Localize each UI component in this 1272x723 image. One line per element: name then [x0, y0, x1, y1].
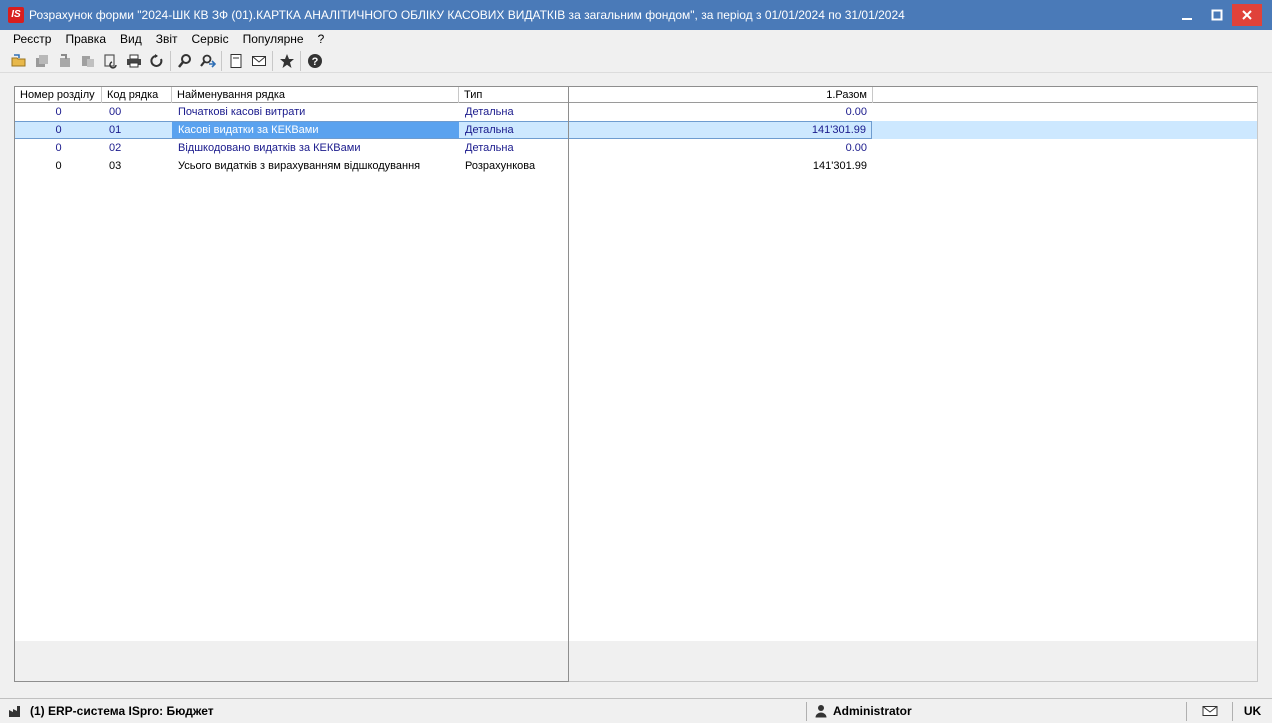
status-system: (1) ERP-система ISpro: Бюджет [0, 704, 806, 718]
column-header-type[interactable]: Тип [459, 87, 568, 103]
open-button[interactable] [7, 50, 30, 72]
menu-edit[interactable]: Правка [58, 32, 113, 46]
move-icon [59, 53, 70, 67]
minimize-icon [1182, 18, 1192, 20]
table-row[interactable]: 141'301.99 [569, 157, 1257, 175]
table-row[interactable]: 0.00 [569, 103, 1257, 121]
mail-button[interactable] [247, 50, 270, 72]
star-icon [279, 53, 294, 68]
move-button[interactable] [53, 50, 76, 72]
svg-text:?: ? [311, 56, 318, 68]
title-bar: IS Розрахунок форми "2024-ШК КВ ЗФ (01).… [0, 0, 1272, 30]
menu-registry[interactable]: Реєстр [6, 32, 58, 46]
search-button[interactable] [173, 50, 196, 72]
maximize-button[interactable] [1202, 0, 1232, 30]
column-header-row-code[interactable]: Код рядка [102, 87, 172, 103]
cell-type: Детальна [459, 121, 568, 139]
favorites-button[interactable] [275, 50, 298, 72]
find-next-button[interactable] [196, 50, 219, 72]
cell-row-name: Усього видатків з вирахуванням відшкодув… [178, 160, 421, 172]
grid-footer-area [15, 641, 568, 681]
grid-footer-area [569, 641, 1257, 681]
menu-service[interactable]: Сервіс [185, 32, 236, 46]
status-user-label: Administrator [833, 704, 912, 718]
open-folder-icon [11, 53, 25, 66]
table-row-selected[interactable]: 0 01 Касові видатки за КЕКВами Детальна [15, 121, 568, 139]
app-logo-icon: IS [8, 7, 24, 23]
reload-button[interactable] [145, 50, 168, 72]
mail-icon [251, 55, 266, 66]
table-row[interactable]: 0 03 Усього видатків з вирахуванням відш… [15, 157, 568, 175]
table-row[interactable]: 0 02 Відшкодовано видатків за КЕКВами Де… [15, 139, 568, 157]
print-icon [126, 54, 141, 67]
toolbar-separator [272, 50, 273, 71]
print-button[interactable] [122, 50, 145, 72]
cell-row-name: Початкові касові витрати [178, 106, 306, 118]
window-title: Розрахунок форми "2024-ШК КВ ЗФ (01).КАР… [29, 8, 905, 22]
close-icon [1242, 10, 1252, 20]
column-header-row-name[interactable]: Найменування рядка [172, 87, 459, 103]
column-header-total[interactable]: 1.Разом [569, 87, 873, 103]
status-system-label: (1) ERP-система ISpro: Бюджет [30, 704, 214, 718]
status-language[interactable]: UK [1232, 701, 1272, 721]
find-next-icon [199, 54, 216, 68]
cell-row-code: 02 [109, 142, 122, 154]
cell-row-code: 00 [109, 106, 122, 118]
minimize-button[interactable] [1172, 0, 1202, 30]
cell-section-number: 0 [15, 121, 102, 139]
reload-icon [149, 53, 162, 67]
factory-icon [9, 706, 20, 717]
document-icon [230, 53, 241, 68]
help-button[interactable]: ? [303, 50, 326, 72]
menu-report[interactable]: Звіт [149, 32, 185, 46]
cell-row-code: 03 [109, 160, 122, 172]
table-row-selected[interactable]: 141'301.99 [569, 121, 1257, 139]
column-header-section-number[interactable]: Номер розділу [15, 87, 102, 103]
copy-button[interactable] [30, 50, 53, 72]
menu-view[interactable]: Вид [113, 32, 149, 46]
status-bar: (1) ERP-система ISpro: Бюджет Administra… [0, 698, 1272, 723]
paste-button[interactable] [76, 50, 99, 72]
cell-section-number: 0 [55, 106, 62, 118]
table-row[interactable]: 0.00 [569, 139, 1257, 157]
grid-header: 1.Разом [569, 87, 1257, 103]
cell-row-name-focused[interactable]: Касові видатки за КЕКВами [172, 121, 459, 139]
cell-type: Детальна [465, 106, 514, 118]
table-row[interactable]: 0 00 Початкові касові витрати Детальна [15, 103, 568, 121]
copy-icon [35, 54, 48, 67]
cell-total: 141'301.99 [812, 160, 867, 172]
cell-section-number: 0 [55, 160, 62, 172]
toolbar-separator [221, 50, 222, 71]
cell-total: 0.00 [845, 106, 867, 118]
refresh-copy-icon [103, 53, 117, 69]
mail-icon [1202, 706, 1217, 716]
toolbar-separator [300, 50, 301, 71]
grid-header: Номер розділу Код рядка Найменування ряд… [15, 87, 568, 103]
toolbar: ? [0, 49, 1272, 73]
search-icon [177, 53, 191, 68]
cell-type: Розрахункова [465, 160, 536, 172]
menu-help[interactable]: ? [311, 32, 332, 46]
document-button[interactable] [224, 50, 247, 72]
menu-popular[interactable]: Популярне [236, 32, 311, 46]
toolbar-separator [170, 50, 171, 71]
menu-bar: Реєстр Правка Вид Звіт Сервіс Популярне … [0, 30, 1272, 48]
status-user: Administrator [806, 701, 1186, 721]
cell-total[interactable]: 141'301.99 [569, 121, 872, 139]
status-mail[interactable] [1186, 701, 1232, 721]
help-icon: ? [307, 53, 322, 68]
cell-total: 0.00 [845, 142, 867, 154]
cell-row-name: Відшкодовано видатків за КЕКВами [178, 142, 361, 154]
maximize-icon [1211, 9, 1223, 21]
grid-values-panel: 1.Разом 0.00 141'301.99 0.00 141'301.99 [569, 86, 1258, 682]
paste-icon [81, 55, 94, 67]
cell-row-code: 01 [102, 121, 172, 139]
user-icon [815, 705, 827, 718]
close-button[interactable] [1232, 4, 1262, 26]
grid-fixed-panel: Номер розділу Код рядка Найменування ряд… [14, 86, 569, 682]
cell-type: Детальна [465, 142, 514, 154]
replace-button[interactable] [99, 50, 122, 72]
cell-section-number: 0 [55, 142, 62, 154]
